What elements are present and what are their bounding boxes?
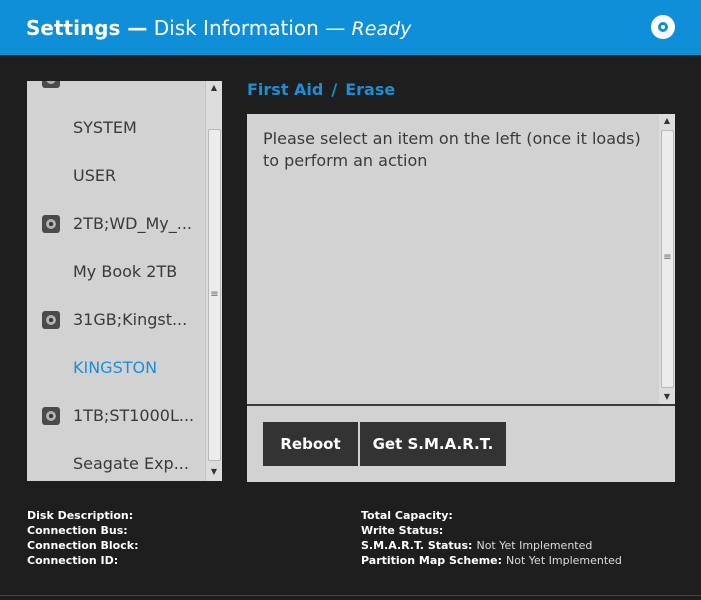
sidebar-scrollbar[interactable]: ▲ ≡ ▼ xyxy=(205,81,222,481)
info-key: Total Capacity: xyxy=(361,509,453,522)
grip-icon: ≡ xyxy=(663,252,672,263)
disk-list: SYSTEM USER 2TB;WD_My_... My Book 2TB 31… xyxy=(27,81,221,481)
tab-erase[interactable]: Erase xyxy=(345,80,395,99)
message-area: Please select an item on the left (once … xyxy=(247,114,659,404)
info-row: S.M.A.R.T. Status: Not Yet Implemented xyxy=(361,538,622,553)
list-item[interactable]: My Book 2TB xyxy=(27,248,205,296)
info-row: Write Status: xyxy=(361,523,622,538)
tab-separator: / xyxy=(331,80,338,99)
footer-divider xyxy=(0,595,701,596)
list-item-label: 2TB;WD_My_... xyxy=(73,214,192,233)
action-tabs: First Aid / Erase xyxy=(247,80,395,99)
list-item[interactable]: Seagate Exp... xyxy=(27,440,205,481)
grip-icon: ≡ xyxy=(210,289,219,300)
disk-icon xyxy=(42,407,60,425)
disk-info-left: Disk Description: Connection Bus: Connec… xyxy=(27,508,142,568)
disk-list-items: SYSTEM USER 2TB;WD_My_... My Book 2TB 31… xyxy=(27,81,205,481)
scroll-up-icon[interactable]: ▲ xyxy=(206,81,222,95)
scroll-down-icon[interactable]: ▼ xyxy=(206,465,222,479)
title-bar: Settings — Disk Information — Ready xyxy=(0,0,701,55)
info-value: Not Yet Implemented xyxy=(506,554,622,567)
info-row: Disk Description: xyxy=(27,508,142,523)
info-key: Disk Description: xyxy=(27,509,134,522)
settings-toggle-icon[interactable] xyxy=(651,15,675,39)
list-item-label: USER xyxy=(73,166,117,185)
info-row: Partition Map Scheme: Not Yet Implemented xyxy=(361,553,622,568)
list-item[interactable]: 2TB;WD_My_... xyxy=(27,200,205,248)
info-row: Connection Block: xyxy=(27,538,142,553)
info-row: Connection Bus: xyxy=(27,523,142,538)
list-item[interactable]: USER xyxy=(27,152,205,200)
info-row: Total Capacity: xyxy=(361,508,622,523)
scroll-down-icon[interactable]: ▼ xyxy=(659,390,675,404)
list-item-label: SYSTEM xyxy=(73,118,137,137)
scroll-thumb[interactable]: ≡ xyxy=(208,129,221,461)
section-name: Disk Information xyxy=(153,16,319,40)
window-title: Settings — Disk Information — Ready xyxy=(26,16,411,40)
info-row: Connection ID: xyxy=(27,553,142,568)
list-item-label: KINGSTON xyxy=(73,358,158,377)
list-item-selected[interactable]: KINGSTON xyxy=(27,344,205,392)
info-key: Connection ID: xyxy=(27,554,119,567)
list-item-label: 1TB;ST1000L... xyxy=(73,406,195,425)
reboot-button[interactable]: Reboot xyxy=(263,422,358,466)
list-item[interactable]: 1TB;ST1000L... xyxy=(27,392,205,440)
panel-scrollbar[interactable]: ▲ ≡ ▼ xyxy=(659,114,675,404)
title-dash: — xyxy=(325,16,346,40)
info-key: Connection Block: xyxy=(27,539,139,552)
app-name: Settings — xyxy=(26,16,148,40)
info-key: Partition Map Scheme: xyxy=(361,554,503,567)
info-key: Write Status: xyxy=(361,524,444,537)
info-key: Connection Bus: xyxy=(27,524,128,537)
list-item-label: Seagate Exp... xyxy=(73,454,189,473)
divider xyxy=(247,404,675,406)
list-item[interactable]: SYSTEM xyxy=(27,104,205,152)
list-item[interactable]: 31GB;Kingst... xyxy=(27,296,205,344)
info-key: S.M.A.R.T. Status: xyxy=(361,539,473,552)
tab-first-aid[interactable]: First Aid xyxy=(247,80,323,99)
info-value: Not Yet Implemented xyxy=(476,539,593,552)
list-item-label: 31GB;Kingst... xyxy=(73,310,188,329)
get-smart-button[interactable]: Get S.M.A.R.T. xyxy=(360,422,506,466)
list-item[interactable] xyxy=(27,81,205,104)
disk-icon xyxy=(42,215,60,233)
disk-icon xyxy=(42,311,60,329)
scroll-thumb[interactable]: ≡ xyxy=(661,130,674,388)
list-item-label: My Book 2TB xyxy=(73,262,178,281)
status-text: Ready xyxy=(351,18,412,40)
instruction-text: Please select an item on the left (once … xyxy=(263,129,641,170)
action-panel: Please select an item on the left (once … xyxy=(247,114,675,482)
scroll-up-icon[interactable]: ▲ xyxy=(659,114,675,128)
disk-icon xyxy=(42,81,60,88)
disk-info-right: Total Capacity: Write Status: S.M.A.R.T.… xyxy=(361,508,622,568)
